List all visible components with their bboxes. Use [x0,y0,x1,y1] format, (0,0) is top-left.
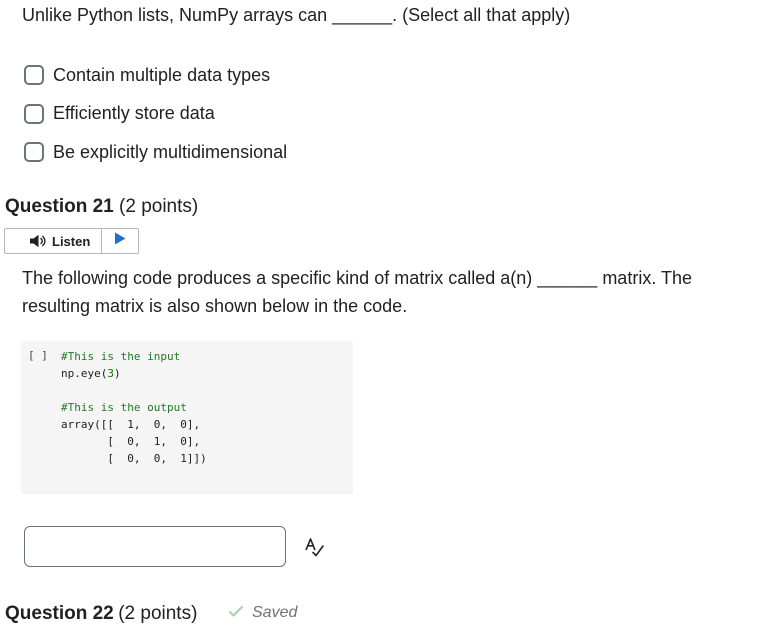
option-checkbox[interactable] [24,103,44,124]
code-number: 3 [107,367,114,380]
listen-toolbar: Listen [4,228,139,254]
option-row[interactable]: Efficiently store data [24,95,287,134]
question-21-body: The following code produces a specific k… [22,268,693,316]
question-20-options: Contain multiple data types Efficiently … [24,56,287,172]
option-label: Efficiently store data [53,103,215,124]
code-cell-gutter: [ ] [28,349,48,362]
code-line: [ 0, 1, 0], [61,433,207,450]
saved-label: Saved [252,604,298,621]
code-cell: [ ] #This is the input np.eye(3) #This is … [21,341,353,494]
code-comment: #This is the input [61,350,181,363]
code-token: array([[ 1, 0, 0], [61,418,201,431]
question-21-header: Question 21 (2 points) [5,196,198,218]
code-line: [ 0, 0, 1]]) [61,450,207,467]
code-line: #This is the output [61,399,207,416]
code-line: np.eye(3) [61,365,207,382]
option-checkbox[interactable] [24,142,44,163]
code-token: ) [113,367,121,380]
code-line: array([[ 1, 0, 0], [61,416,207,433]
play-button[interactable] [102,229,138,253]
option-label: Be explicitly multidimensional [53,141,288,162]
code-token: [ 0, 1, 0], [61,435,201,448]
question-title: Question 21 [5,196,114,217]
question-points: (2 points) [119,196,199,217]
question-20-prompt: Unlike Python lists, NumPy arrays can __… [22,5,571,25]
spellcheck-icon[interactable] [304,537,326,562]
option-row[interactable]: Contain multiple data types [24,56,287,95]
option-checkbox[interactable] [24,65,44,86]
code-comment: #This is the output [61,401,187,414]
code-token: np.eye( [61,367,108,380]
listen-label: Listen [52,233,91,249]
code-lines: #This is the input np.eye(3) #This is the … [61,348,207,467]
answer-input[interactable] [24,526,286,567]
play-icon [114,232,126,250]
check-icon [228,604,244,622]
speaker-icon [29,234,47,248]
saved-status: Saved [228,604,297,622]
code-line: #This is the input [61,348,207,365]
code-token: [ 0, 0, 1]]) [61,452,207,465]
option-label: Contain multiple data types [53,64,271,85]
option-row[interactable]: Be explicitly multidimensional [24,133,287,172]
question-22-header: Question 22 (2 points) [5,603,197,625]
question-title: Question 22 [5,603,114,624]
question-points: (2 points) [118,603,198,624]
listen-button[interactable]: Listen [5,229,102,253]
